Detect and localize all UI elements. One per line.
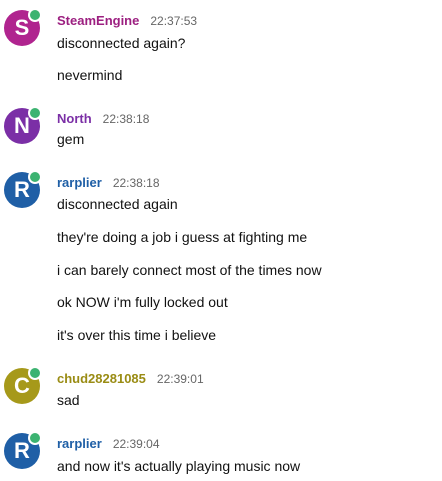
avatar[interactable]: N [4,106,42,144]
timestamp: 22:39:04 [112,437,160,451]
message-text: sad [57,392,80,408]
chat-log: S SteamEngine 22:37:53 disconnected again… [0,0,442,481]
timestamp: 22:38:18 [102,112,150,126]
presence-online-icon [28,8,42,22]
message-header: rarplier 22:39:04 [57,436,160,452]
username[interactable]: SteamEngine [57,13,139,28]
message-text: it's over this time i believe [57,327,217,343]
message-header: North 22:38:18 [57,111,149,127]
message-header: rarplier 22:38:18 [57,175,160,191]
username[interactable]: rarplier [57,436,102,451]
message-header: SteamEngine 22:37:53 [57,13,197,29]
message-text: ok NOW i'm fully locked out [57,294,228,310]
timestamp: 22:38:18 [112,176,160,190]
timestamp: 22:39:01 [156,372,204,386]
message-text: and now it's actually playing music now [57,458,301,474]
timestamp: 22:37:53 [150,14,198,28]
message-text: disconnected again [57,196,178,212]
username[interactable]: chud28281085 [57,371,146,386]
presence-online-icon [28,366,42,380]
message-text: disconnected again? [57,35,186,51]
message-text: nevermind [57,67,123,83]
message-header: chud28281085 22:39:01 [57,371,204,387]
presence-online-icon [28,106,42,120]
username[interactable]: North [57,111,92,126]
avatar[interactable]: S [4,8,42,46]
avatar[interactable]: R [4,431,42,469]
presence-online-icon [28,431,42,445]
presence-online-icon [28,170,42,184]
message-text: they're doing a job i guess at fighting … [57,229,308,245]
avatar[interactable]: R [4,170,42,208]
avatar[interactable]: C [4,366,42,404]
message-text: i can barely connect most of the times n… [57,262,322,278]
username[interactable]: rarplier [57,175,102,190]
message-text: gem [57,131,85,147]
